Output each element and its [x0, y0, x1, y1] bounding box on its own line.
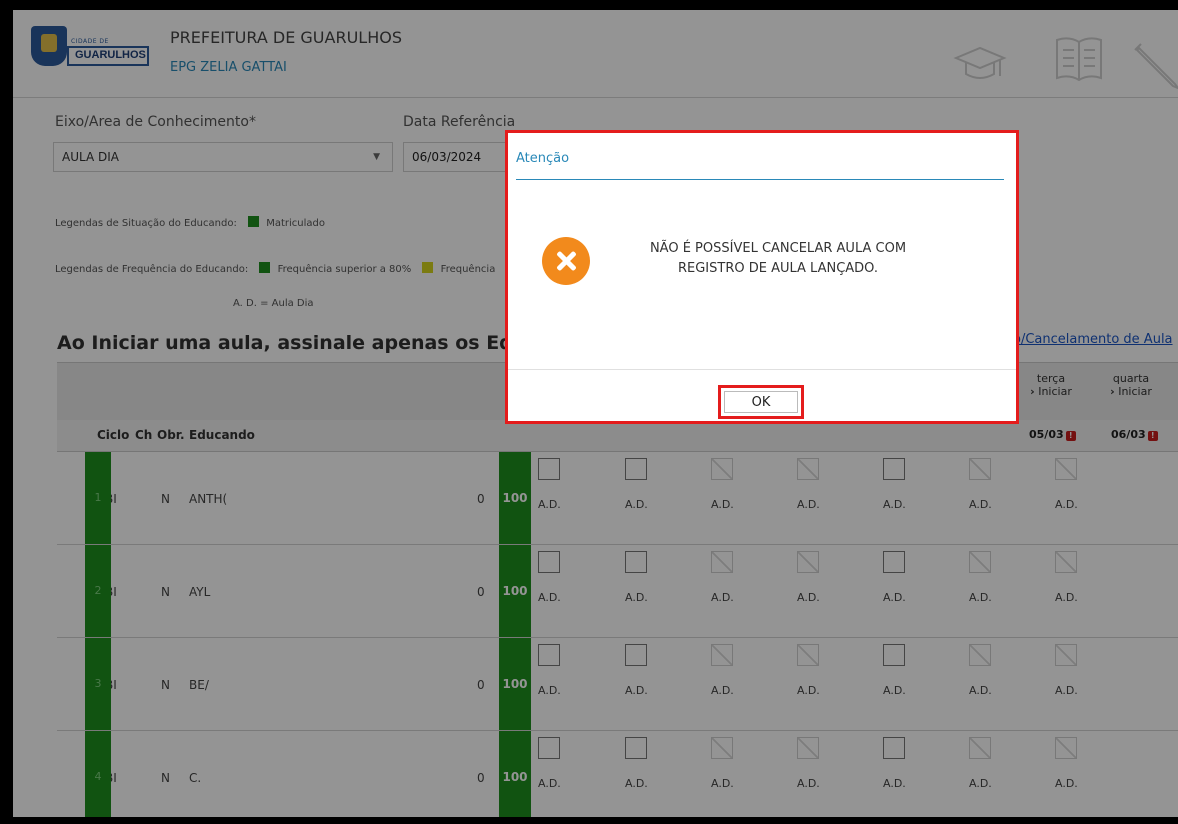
alert-dialog: Atenção NÃO É POSSÍVEL CANCELAR AULA COM… — [505, 130, 1019, 424]
ok-button[interactable]: OK — [718, 385, 804, 419]
dialog-message: NÃO É POSSÍVEL CANCELAR AULA COM REGISTR… — [618, 239, 938, 279]
screenshot-frame: CIDADE DE GUARULHOS PREFEITURA DE GUARUL… — [0, 0, 1178, 824]
dialog-message-line1: NÃO É POSSÍVEL CANCELAR AULA COM — [649, 241, 907, 256]
app-screen: CIDADE DE GUARULHOS PREFEITURA DE GUARUL… — [13, 10, 1178, 817]
dialog-title: Atenção — [516, 151, 570, 166]
error-x-icon — [542, 237, 590, 285]
dialog-message-line2: REGISTRO DE AULA LANÇADO. — [677, 261, 879, 276]
